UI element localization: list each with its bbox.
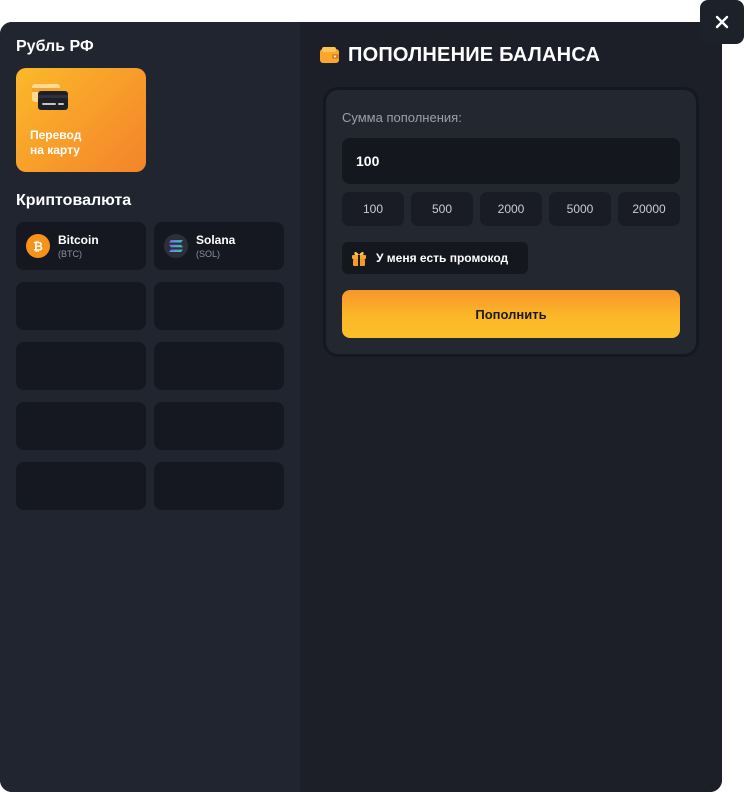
crypto-bitcoin[interactable]: ₿ Bitcoin (BTC) [16, 222, 146, 270]
deposit-modal: Рубль РФ Перевод на карту Криптовалюта ₿… [0, 22, 722, 792]
solana-icon [164, 234, 188, 258]
gift-icon [350, 249, 368, 267]
card-icon [30, 82, 70, 117]
payment-methods-panel: Рубль РФ Перевод на карту Криптовалюта ₿… [0, 22, 300, 792]
bitcoin-icon: ₿ [26, 234, 50, 258]
crypto-placeholder [154, 342, 284, 390]
crypto-solana[interactable]: Solana (SOL) [154, 222, 284, 270]
card-transfer-method[interactable]: Перевод на карту [16, 68, 146, 172]
crypto-placeholder [16, 462, 146, 510]
close-icon [715, 15, 729, 29]
close-button[interactable] [700, 0, 744, 44]
preset-amount-button[interactable]: 100 [342, 192, 404, 226]
deposit-form: Сумма пополнения: 100 500 2000 5000 2000… [326, 90, 696, 354]
page-title: ПОПОЛНЕНИЕ БАЛАНСА [348, 44, 601, 66]
crypto-section-title: Криптовалюта [16, 192, 132, 209]
crypto-name: Solana [196, 233, 236, 247]
deposit-panel: ПОПОЛНЕНИЕ БАЛАНСА Сумма пополнения: 100… [300, 22, 722, 792]
crypto-ticker: (BTC) [58, 249, 82, 259]
crypto-placeholder [16, 282, 146, 330]
crypto-placeholder [154, 462, 284, 510]
preset-amount-button[interactable]: 2000 [480, 192, 542, 226]
preset-amount-button[interactable]: 5000 [549, 192, 611, 226]
preset-amount-button[interactable]: 500 [411, 192, 473, 226]
svg-text:₿: ₿ [33, 240, 43, 254]
crypto-ticker: (SOL) [196, 249, 221, 259]
wallet-icon [320, 47, 340, 69]
crypto-name: Bitcoin [58, 233, 99, 247]
ruble-section-title: Рубль РФ [16, 38, 94, 55]
preset-amount-button[interactable]: 20000 [618, 192, 680, 226]
crypto-placeholder [154, 402, 284, 450]
card-transfer-label: Перевод на карту [30, 128, 82, 157]
promo-code-label: У меня есть промокод [376, 251, 509, 265]
promo-code-button[interactable]: У меня есть промокод [342, 242, 528, 274]
crypto-placeholder [16, 402, 146, 450]
submit-deposit-button[interactable]: Пополнить [342, 290, 680, 338]
crypto-placeholder [154, 282, 284, 330]
amount-label: Сумма пополнения: [342, 110, 462, 125]
crypto-placeholder [16, 342, 146, 390]
amount-input[interactable] [342, 138, 680, 184]
